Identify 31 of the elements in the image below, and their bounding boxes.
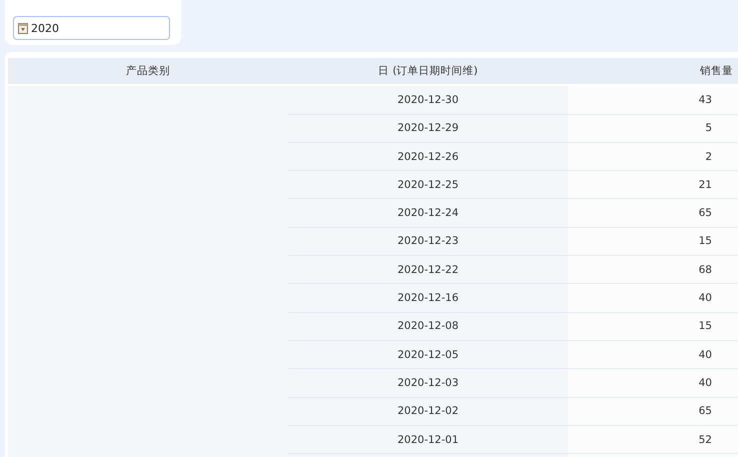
date-cell: 2020-12-08 (397, 320, 459, 332)
sales-cell: 5 (705, 122, 712, 134)
sales-cell: 21 (698, 178, 712, 191)
sales-cell: 52 (698, 434, 712, 446)
sales-cell: 40 (698, 292, 712, 304)
date-cell: 2020-12-23 (397, 235, 459, 248)
sales-cell: 68 (698, 264, 712, 276)
column-header: 销售量 (700, 64, 733, 78)
date-cell: 2020-12-25 (397, 178, 459, 191)
calendar-icon (18, 22, 28, 34)
date-cell: 2020-12-22 (397, 264, 459, 276)
date-cell: 2020-12-16 (397, 292, 459, 304)
date-cell: 2020-12-02 (397, 405, 459, 418)
date-cell: 2020-12-03 (397, 376, 459, 389)
sales-cell: 65 (698, 207, 712, 220)
sales-cell: 15 (698, 320, 712, 332)
date-cell: 2020-12-01 (397, 434, 459, 446)
date-cell: 2020-12-05 (397, 348, 459, 361)
sales-cell: 15 (698, 235, 712, 248)
sales-cell: 2 (705, 150, 712, 163)
sales-cell: 40 (698, 348, 712, 361)
date-cell: 2020-12-30 (397, 94, 459, 106)
column-header: 日 (订单日期时间维) (378, 64, 478, 78)
date-cell: 2020-12-26 (397, 150, 459, 163)
column-header: 产品类别 (126, 64, 170, 78)
sales-cell: 65 (698, 405, 712, 418)
date-cell: 2020-12-29 (397, 122, 459, 134)
date-cell: 2020-12-24 (397, 207, 459, 220)
year-field[interactable]: 2020 (13, 16, 170, 40)
sales-cell: 43 (698, 94, 712, 106)
sales-cell: 40 (698, 376, 712, 389)
